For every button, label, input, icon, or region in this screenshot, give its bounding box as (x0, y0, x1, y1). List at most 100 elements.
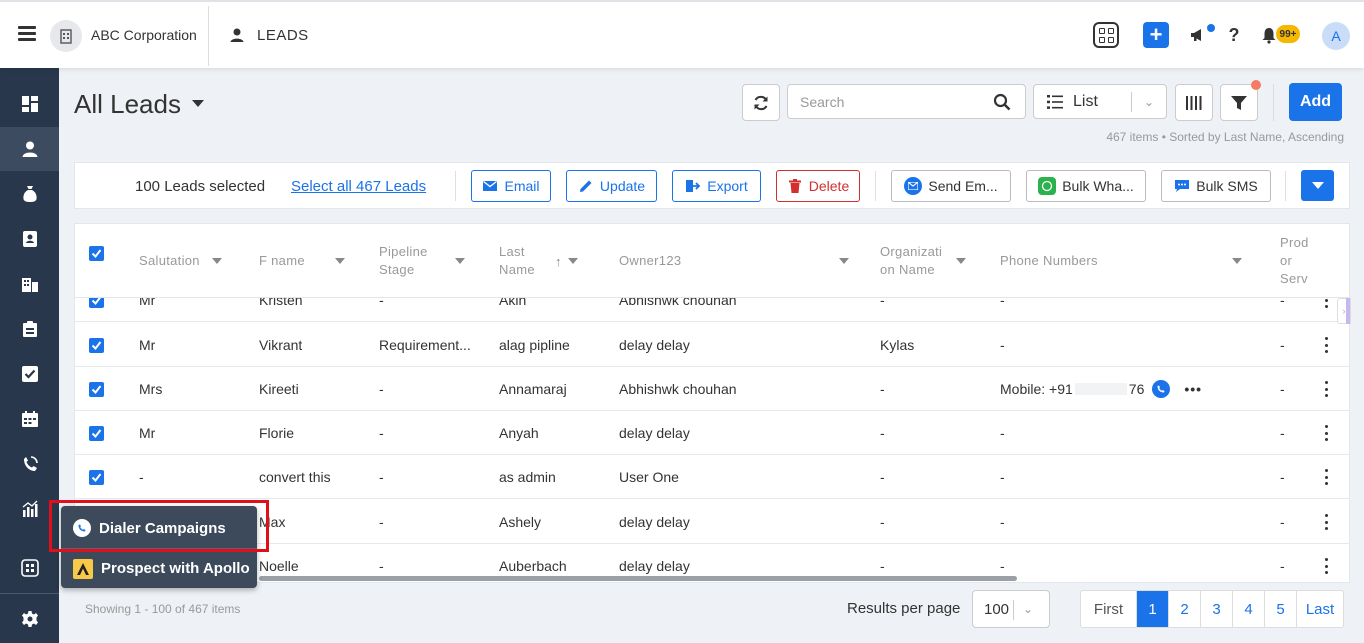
send-email-label: Send Em... (928, 178, 998, 194)
row-actions-icon[interactable] (1323, 337, 1329, 353)
chevron-down-icon: ⌄ (1144, 95, 1155, 109)
sort-caret-icon (334, 258, 345, 264)
table-row[interactable]: Mr Kristen - Akin Abhishwk chouhan - - - (75, 298, 1349, 322)
view-switch-caret-icon[interactable] (192, 100, 204, 107)
row-actions-icon[interactable] (1323, 381, 1329, 397)
page-first[interactable]: First (1081, 591, 1137, 627)
list-icon (1047, 95, 1063, 109)
page-2[interactable]: 2 (1169, 591, 1201, 627)
refresh-button[interactable] (742, 84, 780, 121)
apps-grid-icon[interactable] (1093, 22, 1119, 48)
row-actions-icon[interactable] (1323, 514, 1329, 530)
sms-icon (1174, 178, 1190, 194)
table-row[interactable]: Mr Vikrant Requirement... alag pipline d… (75, 323, 1349, 367)
bulk-whatsapp-button[interactable]: Bulk Wha... (1026, 170, 1146, 202)
more-options-icon[interactable]: ••• (1184, 381, 1202, 397)
col-org-name[interactable]: Organizati on Name (880, 224, 990, 298)
page-1[interactable]: 1 (1137, 591, 1169, 627)
row-checkbox[interactable] (89, 425, 104, 441)
table-body: Mr Kristen - Akin Abhishwk chouhan - - -… (75, 298, 1349, 582)
settings-icon[interactable] (0, 597, 59, 641)
bulk-sms-button[interactable]: Bulk SMS (1161, 170, 1271, 202)
sort-asc-icon: ↑ (555, 253, 562, 269)
col-fname[interactable]: F name (259, 224, 349, 298)
company-name[interactable]: ABC Corporation (91, 27, 197, 43)
dialer-campaigns-item[interactable]: Dialer Campaigns (61, 508, 257, 548)
row-checkbox[interactable] (89, 469, 104, 485)
calendar-icon[interactable] (0, 397, 59, 441)
trash-icon (787, 178, 803, 194)
row-checkbox[interactable] (89, 337, 104, 353)
showing-count: Showing 1 - 100 of 467 items (85, 602, 241, 616)
quick-add-icon[interactable]: + (1143, 22, 1169, 48)
contacts-icon[interactable] (0, 217, 59, 261)
row-actions-icon[interactable] (1323, 298, 1329, 308)
send-email-button[interactable]: Send Em... (891, 170, 1011, 202)
export-button[interactable]: Export (672, 170, 761, 202)
leads-table: Salutation F name Pipeline Stage Last Na… (74, 223, 1350, 583)
col-owner[interactable]: Owner123 (619, 224, 859, 298)
help-icon[interactable]: ? (1221, 22, 1247, 48)
phone-call-icon[interactable] (1152, 380, 1171, 398)
col-salutation[interactable]: Salutation (139, 224, 249, 298)
prospect-apollo-item[interactable]: Prospect with Apollo (61, 548, 257, 588)
row-actions-icon[interactable] (1323, 558, 1329, 574)
products-icon[interactable] (0, 307, 59, 351)
companies-icon[interactable] (0, 262, 59, 306)
apps-icon[interactable] (0, 546, 59, 590)
header-divider (208, 6, 209, 66)
col-product[interactable]: Prod or Serv (1280, 224, 1316, 298)
sort-caret-icon (211, 258, 222, 264)
phone-suffix: 76 (1128, 381, 1145, 397)
filter-active-dot (1251, 80, 1261, 90)
page-5[interactable]: 5 (1265, 591, 1297, 627)
results-per-page-select[interactable]: 100 ⌄ (972, 590, 1050, 628)
company-logo[interactable] (50, 20, 82, 52)
table-row[interactable]: Max - Ashely delay delay - - - (75, 500, 1349, 544)
caret-down-icon (1311, 182, 1324, 189)
select-all-link[interactable]: Select all 467 Leads (291, 178, 426, 195)
user-avatar[interactable]: A (1322, 22, 1350, 50)
page-4[interactable]: 4 (1233, 591, 1265, 627)
table-row[interactable]: Mrs Kireeti - Annamaraj Abhishwk chouhan… (75, 367, 1349, 411)
col-phone-numbers[interactable]: Phone Numbers (1000, 224, 1270, 298)
page-last[interactable]: Last (1297, 591, 1343, 627)
add-button[interactable]: Add (1289, 83, 1342, 121)
more-actions-button[interactable] (1301, 170, 1334, 201)
search-icon[interactable] (993, 93, 1011, 111)
tasks-icon[interactable] (0, 352, 59, 396)
row-actions-icon[interactable] (1323, 425, 1329, 441)
columns-button[interactable] (1175, 84, 1213, 121)
row-checkbox[interactable] (89, 298, 104, 308)
page-3[interactable]: 3 (1201, 591, 1233, 627)
notification-badge: 99+ (1276, 25, 1300, 43)
row-checkbox[interactable] (89, 381, 104, 397)
person-icon (229, 27, 245, 43)
col-last-name[interactable]: Last Name ↑ (499, 224, 599, 298)
deals-icon[interactable] (0, 172, 59, 216)
items-meta: 467 items • Sorted by Last Name, Ascendi… (1106, 130, 1344, 144)
update-button[interactable]: Update (566, 170, 657, 202)
dashboard-icon[interactable] (0, 82, 59, 126)
view-selector[interactable]: List ⌄ (1033, 84, 1167, 119)
filter-button[interactable] (1220, 84, 1258, 121)
whatsapp-icon (1038, 177, 1057, 195)
calls-icon[interactable] (0, 442, 59, 486)
page-title[interactable]: All Leads (74, 89, 181, 120)
bulk-sms-label: Bulk SMS (1196, 178, 1258, 194)
col-pipeline-stage[interactable]: Pipeline Stage (379, 224, 469, 298)
filter-icon (1231, 95, 1247, 110)
table-row[interactable]: - convert this - as admin User One - - - (75, 455, 1349, 499)
hamburger-menu-icon[interactable] (18, 26, 36, 42)
horizontal-scrollbar[interactable] (259, 576, 1017, 581)
row-actions-icon[interactable] (1323, 469, 1329, 485)
email-button[interactable]: Email (471, 170, 551, 202)
bulk-whatsapp-label: Bulk Wha... (1062, 178, 1134, 194)
select-all-checkbox[interactable] (89, 224, 104, 298)
selected-count: 100 Leads selected (135, 178, 266, 195)
reports-icon[interactable] (0, 487, 59, 531)
search-input[interactable] (788, 85, 978, 118)
leads-icon[interactable] (0, 127, 59, 171)
table-row[interactable]: Mr Florie - Anyah delay delay - - - (75, 411, 1349, 455)
delete-button[interactable]: Delete (776, 170, 860, 202)
